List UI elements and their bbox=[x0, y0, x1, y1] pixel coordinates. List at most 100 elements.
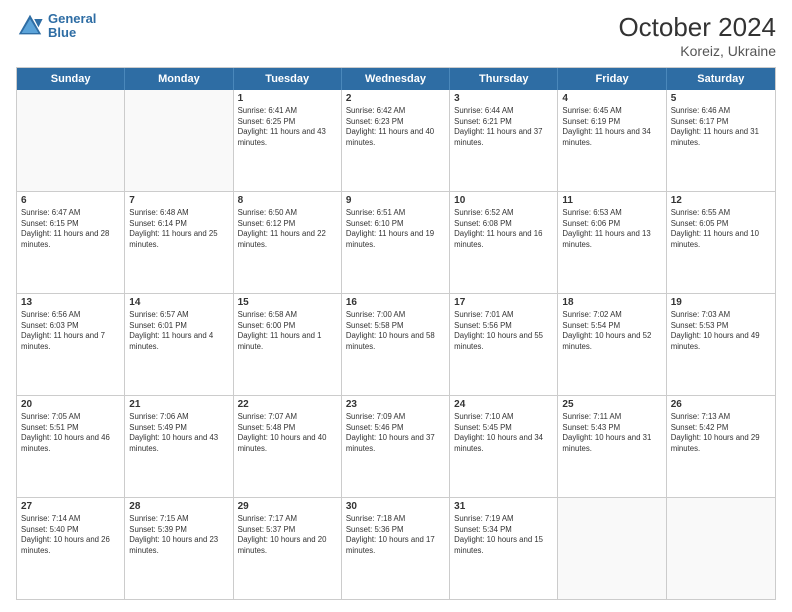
day-number: 18 bbox=[562, 297, 661, 308]
day-number: 24 bbox=[454, 399, 553, 410]
cal-cell-4-5 bbox=[558, 498, 666, 599]
cell-info: Sunrise: 7:00 AM Sunset: 5:58 PM Dayligh… bbox=[346, 310, 445, 352]
cell-info: Sunrise: 6:44 AM Sunset: 6:21 PM Dayligh… bbox=[454, 106, 553, 148]
day-number: 7 bbox=[129, 195, 228, 206]
cal-row-1: 6Sunrise: 6:47 AM Sunset: 6:15 PM Daylig… bbox=[17, 191, 775, 293]
cell-info: Sunrise: 6:50 AM Sunset: 6:12 PM Dayligh… bbox=[238, 208, 337, 250]
cal-cell-1-5: 11Sunrise: 6:53 AM Sunset: 6:06 PM Dayli… bbox=[558, 192, 666, 293]
cell-info: Sunrise: 6:57 AM Sunset: 6:01 PM Dayligh… bbox=[129, 310, 228, 352]
cell-info: Sunrise: 6:53 AM Sunset: 6:06 PM Dayligh… bbox=[562, 208, 661, 250]
cal-cell-4-4: 31 Sunrise: 7:19 AM Sunset: 5:34 PM Dayli… bbox=[450, 498, 558, 599]
calendar-header: Sunday Monday Tuesday Wednesday Thursday… bbox=[17, 68, 775, 90]
logo-text: General Blue bbox=[48, 12, 96, 41]
cell-info: Sunrise: 6:45 AM Sunset: 6:19 PM Dayligh… bbox=[562, 106, 661, 148]
day-number: 13 bbox=[21, 297, 120, 308]
title-block: October 2024 Koreiz, Ukraine bbox=[618, 12, 776, 59]
calendar: Sunday Monday Tuesday Wednesday Thursday… bbox=[16, 67, 776, 600]
cal-cell-4-6 bbox=[667, 498, 775, 599]
cell-info: Sunrise: 7:14 AM Sunset: 5:40 PM Dayligh… bbox=[21, 514, 120, 556]
cell-info: Sunrise: 6:42 AM Sunset: 6:23 PM Dayligh… bbox=[346, 106, 445, 148]
cal-cell-2-2: 15 Sunrise: 6:58 AM Sunset: 6:00 PM Dayli… bbox=[234, 294, 342, 395]
cell-info: Sunrise: 7:01 AM Sunset: 5:56 PM Dayligh… bbox=[454, 310, 553, 352]
cell-info: Sunrise: 6:58 AM Sunset: 6:00 PM Dayligh… bbox=[238, 310, 337, 352]
cal-cell-4-1: 28 Sunrise: 7:15 AM Sunset: 5:39 PM Dayli… bbox=[125, 498, 233, 599]
page-title: October 2024 bbox=[618, 12, 776, 43]
cal-cell-1-4: 10Sunrise: 6:52 AM Sunset: 6:08 PM Dayli… bbox=[450, 192, 558, 293]
day-number: 27 bbox=[21, 501, 120, 512]
cell-info: Sunrise: 6:55 AM Sunset: 6:05 PM Dayligh… bbox=[671, 208, 771, 250]
cell-info: Sunrise: 6:48 AM Sunset: 6:14 PM Dayligh… bbox=[129, 208, 228, 250]
day-number: 25 bbox=[562, 399, 661, 410]
day-number: 8 bbox=[238, 195, 337, 206]
cal-cell-2-4: 17Sunrise: 7:01 AM Sunset: 5:56 PM Dayli… bbox=[450, 294, 558, 395]
cal-cell-0-3: 2 Sunrise: 6:42 AM Sunset: 6:23 PM Daylig… bbox=[342, 90, 450, 191]
day-number: 4 bbox=[562, 93, 661, 104]
cal-row-0: 1 Sunrise: 6:41 AM Sunset: 6:25 PM Daylig… bbox=[17, 90, 775, 191]
cell-info: Sunrise: 7:05 AM Sunset: 5:51 PM Dayligh… bbox=[21, 412, 120, 454]
cal-cell-1-0: 6Sunrise: 6:47 AM Sunset: 6:15 PM Daylig… bbox=[17, 192, 125, 293]
cell-info: Sunrise: 6:52 AM Sunset: 6:08 PM Dayligh… bbox=[454, 208, 553, 250]
cell-info: Sunrise: 7:06 AM Sunset: 5:49 PM Dayligh… bbox=[129, 412, 228, 454]
page-subtitle: Koreiz, Ukraine bbox=[618, 43, 776, 59]
header-tuesday: Tuesday bbox=[234, 68, 342, 90]
day-number: 2 bbox=[346, 93, 445, 104]
cal-cell-2-3: 16 Sunrise: 7:00 AM Sunset: 5:58 PM Dayli… bbox=[342, 294, 450, 395]
cal-cell-0-6: 5 Sunrise: 6:46 AM Sunset: 6:17 PM Daylig… bbox=[667, 90, 775, 191]
cell-info: Sunrise: 7:15 AM Sunset: 5:39 PM Dayligh… bbox=[129, 514, 228, 556]
cell-info: Sunrise: 6:56 AM Sunset: 6:03 PM Dayligh… bbox=[21, 310, 120, 352]
cell-info: Sunrise: 7:10 AM Sunset: 5:45 PM Dayligh… bbox=[454, 412, 553, 454]
day-number: 26 bbox=[671, 399, 771, 410]
cal-cell-3-4: 24 Sunrise: 7:10 AM Sunset: 5:45 PM Dayli… bbox=[450, 396, 558, 497]
cell-info: Sunrise: 7:03 AM Sunset: 5:53 PM Dayligh… bbox=[671, 310, 771, 352]
cell-info: Sunrise: 7:18 AM Sunset: 5:36 PM Dayligh… bbox=[346, 514, 445, 556]
day-number: 20 bbox=[21, 399, 120, 410]
day-number: 22 bbox=[238, 399, 337, 410]
cal-cell-0-1 bbox=[125, 90, 233, 191]
day-number: 29 bbox=[238, 501, 337, 512]
cal-cell-2-0: 13 Sunrise: 6:56 AM Sunset: 6:03 PM Dayli… bbox=[17, 294, 125, 395]
day-number: 5 bbox=[671, 93, 771, 104]
cell-info: Sunrise: 7:17 AM Sunset: 5:37 PM Dayligh… bbox=[238, 514, 337, 556]
cal-row-3: 20 Sunrise: 7:05 AM Sunset: 5:51 PM Dayli… bbox=[17, 395, 775, 497]
cal-cell-3-1: 21 Sunrise: 7:06 AM Sunset: 5:49 PM Dayli… bbox=[125, 396, 233, 497]
logo-general: General bbox=[48, 11, 96, 26]
cell-info: Sunrise: 7:11 AM Sunset: 5:43 PM Dayligh… bbox=[562, 412, 661, 454]
day-number: 31 bbox=[454, 501, 553, 512]
day-number: 23 bbox=[346, 399, 445, 410]
day-number: 21 bbox=[129, 399, 228, 410]
cell-info: Sunrise: 6:51 AM Sunset: 6:10 PM Dayligh… bbox=[346, 208, 445, 250]
cal-cell-4-3: 30Sunrise: 7:18 AM Sunset: 5:36 PM Dayli… bbox=[342, 498, 450, 599]
cal-cell-2-6: 19Sunrise: 7:03 AM Sunset: 5:53 PM Dayli… bbox=[667, 294, 775, 395]
cal-cell-0-2: 1 Sunrise: 6:41 AM Sunset: 6:25 PM Daylig… bbox=[234, 90, 342, 191]
day-number: 28 bbox=[129, 501, 228, 512]
cal-cell-4-0: 27 Sunrise: 7:14 AM Sunset: 5:40 PM Dayli… bbox=[17, 498, 125, 599]
header-thursday: Thursday bbox=[450, 68, 558, 90]
logo-icon bbox=[16, 12, 44, 40]
day-number: 3 bbox=[454, 93, 553, 104]
cell-info: Sunrise: 6:41 AM Sunset: 6:25 PM Dayligh… bbox=[238, 106, 337, 148]
cal-cell-3-5: 25 Sunrise: 7:11 AM Sunset: 5:43 PM Dayli… bbox=[558, 396, 666, 497]
day-number: 1 bbox=[238, 93, 337, 104]
calendar-body: 1 Sunrise: 6:41 AM Sunset: 6:25 PM Daylig… bbox=[17, 90, 775, 599]
cal-cell-0-5: 4 Sunrise: 6:45 AM Sunset: 6:19 PM Daylig… bbox=[558, 90, 666, 191]
cell-info: Sunrise: 7:09 AM Sunset: 5:46 PM Dayligh… bbox=[346, 412, 445, 454]
cal-row-4: 27 Sunrise: 7:14 AM Sunset: 5:40 PM Dayli… bbox=[17, 497, 775, 599]
day-number: 15 bbox=[238, 297, 337, 308]
header-saturday: Saturday bbox=[667, 68, 775, 90]
cal-cell-3-2: 22Sunrise: 7:07 AM Sunset: 5:48 PM Dayli… bbox=[234, 396, 342, 497]
cell-info: Sunrise: 7:19 AM Sunset: 5:34 PM Dayligh… bbox=[454, 514, 553, 556]
header-friday: Friday bbox=[558, 68, 666, 90]
header-sunday: Sunday bbox=[17, 68, 125, 90]
cal-cell-3-3: 23 Sunrise: 7:09 AM Sunset: 5:46 PM Dayli… bbox=[342, 396, 450, 497]
cell-info: Sunrise: 7:02 AM Sunset: 5:54 PM Dayligh… bbox=[562, 310, 661, 352]
cell-info: Sunrise: 6:46 AM Sunset: 6:17 PM Dayligh… bbox=[671, 106, 771, 148]
cal-cell-1-3: 9Sunrise: 6:51 AM Sunset: 6:10 PM Daylig… bbox=[342, 192, 450, 293]
cal-cell-2-5: 18 Sunrise: 7:02 AM Sunset: 5:54 PM Dayli… bbox=[558, 294, 666, 395]
day-number: 16 bbox=[346, 297, 445, 308]
day-number: 6 bbox=[21, 195, 120, 206]
header-wednesday: Wednesday bbox=[342, 68, 450, 90]
cal-cell-4-2: 29 Sunrise: 7:17 AM Sunset: 5:37 PM Dayli… bbox=[234, 498, 342, 599]
page: General Blue October 2024 Koreiz, Ukrain… bbox=[0, 0, 792, 612]
cell-info: Sunrise: 7:13 AM Sunset: 5:42 PM Dayligh… bbox=[671, 412, 771, 454]
cal-cell-2-1: 14Sunrise: 6:57 AM Sunset: 6:01 PM Dayli… bbox=[125, 294, 233, 395]
